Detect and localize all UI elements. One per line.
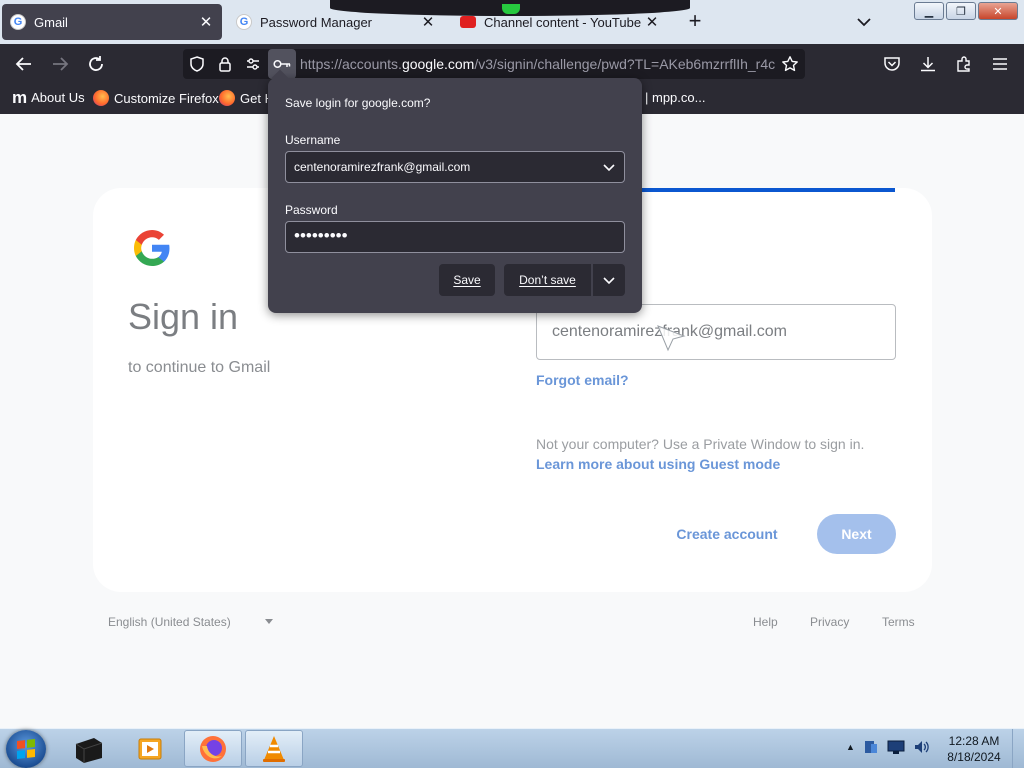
reload-button[interactable] <box>82 50 110 78</box>
monitor-icon[interactable] <box>887 739 905 755</box>
privacy-link[interactable]: Privacy <box>810 615 849 629</box>
bookmark-get-help[interactable]: Get H <box>219 90 274 106</box>
tracking-protection-shield-icon[interactable] <box>185 52 209 76</box>
show-desktop-button[interactable] <box>1012 729 1024 768</box>
clock-date: 8/18/2024 <box>947 750 1001 764</box>
mouse-cursor-icon <box>657 325 686 352</box>
tab-title: Gmail <box>34 14 68 30</box>
popup-title: Save login for google.com? <box>285 96 431 110</box>
download-icon <box>921 57 935 72</box>
show-hidden-icons-icon[interactable]: ▲ <box>846 742 855 752</box>
url-prefix: https://accounts. <box>300 56 402 72</box>
taskbar-app-firefox[interactable] <box>184 730 242 767</box>
pocket-icon <box>884 57 900 71</box>
forgot-email-link[interactable]: Forgot email? <box>536 372 629 388</box>
username-field[interactable]: centenoramirezfrank@gmail.com <box>285 151 625 183</box>
tab-gmail[interactable]: G Gmail ✕ <box>2 4 222 40</box>
firefox-icon <box>219 90 235 106</box>
system-clock[interactable]: 12:28 AM 8/18/2024 <box>944 733 1004 765</box>
google-favicon-icon: G <box>236 14 252 30</box>
network-adapter-icon[interactable] <box>863 739 879 755</box>
lock-icon[interactable] <box>213 52 237 76</box>
puzzle-piece-icon <box>957 56 970 72</box>
dont-save-button[interactable]: Don’t save <box>504 264 591 296</box>
chevron-down-icon <box>603 277 615 285</box>
media-player-icon <box>138 738 162 759</box>
vlc-icon <box>263 735 285 762</box>
windows-logo-icon <box>17 739 35 759</box>
more-options-button[interactable] <box>593 264 625 296</box>
youtube-favicon-icon <box>460 14 476 30</box>
close-tab-icon[interactable]: ✕ <box>198 13 214 31</box>
forward-button[interactable] <box>46 50 74 78</box>
list-all-tabs-button[interactable] <box>852 11 876 33</box>
guest-mode-link[interactable]: Learn more about using Guest mode <box>536 456 780 472</box>
reload-icon <box>89 56 103 71</box>
username-label: Username <box>285 133 341 147</box>
chevron-down-icon <box>857 18 871 27</box>
google-logo-icon <box>134 230 170 266</box>
arrow-right-icon <box>53 57 69 71</box>
bookmark-label: | mpp.co... <box>645 90 706 105</box>
close-window-button[interactable]: ✕ <box>978 2 1018 20</box>
tab-title: Channel content - YouTube Studio <box>484 14 644 30</box>
clock-time: 12:28 AM <box>948 734 1000 748</box>
firefox-icon <box>93 90 109 106</box>
close-tab-icon[interactable]: ✕ <box>644 13 660 31</box>
taskbar-app-vlc[interactable] <box>245 730 303 767</box>
chevron-down-icon[interactable] <box>602 160 616 174</box>
close-tab-icon[interactable]: ✕ <box>420 13 436 31</box>
taskbar-app-media-player[interactable] <box>121 730 179 767</box>
bookmark-label: Customize Firefox <box>114 90 219 106</box>
hamburger-menu-icon <box>993 58 1007 70</box>
arrow-left-icon <box>15 57 31 71</box>
pocket-button[interactable] <box>878 50 906 78</box>
bookmark-star-icon[interactable] <box>778 52 802 76</box>
tab-strip: G Gmail ✕ G Password Manager ✕ Channel c… <box>0 0 1024 44</box>
url-path: /v3/signin/challenge/pwd?TL=AKeb6mzrrflI… <box>474 56 775 72</box>
create-account-button[interactable]: Create account <box>666 514 788 554</box>
bookmark-label: About Us <box>31 90 85 105</box>
google-favicon-icon: G <box>10 14 26 30</box>
page-subtitle: to continue to Gmail <box>128 359 271 376</box>
bookmark-about-us[interactable]: m About Us <box>12 87 85 107</box>
username-value: centenoramirezfrank@gmail.com <box>294 160 471 174</box>
back-button[interactable] <box>10 50 38 78</box>
start-button[interactable] <box>6 730 46 768</box>
camera-notch <box>330 0 690 16</box>
progress-bar <box>640 188 895 192</box>
restore-button[interactable]: ❐ <box>946 2 976 20</box>
bookmark-mpp[interactable]: | mpp.co... <box>645 90 705 105</box>
bookmark-customize-firefox[interactable]: Customize Firefox <box>93 90 219 106</box>
tab-title: Password Manager <box>260 14 372 30</box>
new-tab-button[interactable]: + <box>683 10 707 34</box>
firefox-icon <box>200 735 226 762</box>
help-link[interactable]: Help <box>753 615 778 629</box>
windows-taskbar: ▲ 12:28 AM 8/18/2024 <box>0 728 1024 768</box>
language-selector[interactable]: English (United States) <box>108 615 231 629</box>
downloads-button[interactable] <box>914 50 942 78</box>
app-menu-button[interactable] <box>986 50 1014 78</box>
page-title: Sign in <box>128 296 239 337</box>
save-login-popup: Save login for google.com? Username cent… <box>268 69 642 313</box>
password-field[interactable]: ••••••••• <box>285 221 625 253</box>
url-text[interactable]: https://accounts.google.com/v3/signin/ch… <box>300 56 775 72</box>
volume-icon[interactable] <box>913 739 931 755</box>
dropdown-caret-icon[interactable] <box>265 619 273 624</box>
window-controls: ▁ ❐ ✕ <box>914 2 1018 20</box>
terms-link[interactable]: Terms <box>882 615 915 629</box>
taskbar-app-black-box[interactable] <box>60 730 118 767</box>
m-logo-icon: m <box>12 87 28 107</box>
system-tray: ▲ <box>846 739 931 755</box>
url-domain: google.com <box>401 56 475 72</box>
password-value: ••••••••• <box>294 226 348 245</box>
password-label: Password <box>285 203 338 217</box>
next-button[interactable]: Next <box>817 514 896 554</box>
black-box-icon <box>75 737 103 763</box>
extensions-button[interactable] <box>950 50 978 78</box>
permissions-icon[interactable] <box>241 52 265 76</box>
save-button[interactable]: Save <box>439 264 495 296</box>
minimize-button[interactable]: ▁ <box>914 2 944 20</box>
private-window-hint: Not your computer? Use a Private Window … <box>536 436 865 452</box>
